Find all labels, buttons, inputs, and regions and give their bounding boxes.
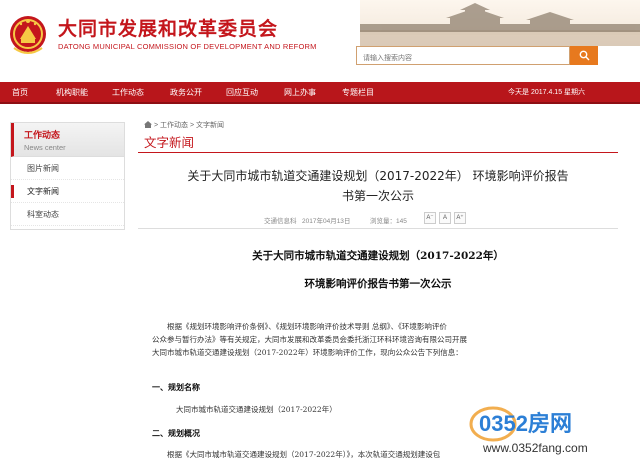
breadcrumb: > 工作动态 > 文字新闻 <box>144 120 224 130</box>
article-title-line-1: 关于大同市城市轨道交通建设规划（2017-2022年） 环境影响评价报告 <box>187 169 569 183</box>
font-normal-button[interactable]: A <box>439 212 451 224</box>
home-icon[interactable] <box>144 121 152 128</box>
search-box <box>356 46 570 67</box>
nav-item-functions[interactable]: 机构职能 <box>56 82 88 104</box>
watermark-brand: 0352房网 <box>479 411 572 436</box>
paragraph-line: 根据《规划环境影响评价条例》、《规划环境影响评价技术导则 总纲》、《环境影响评价 <box>167 322 447 331</box>
article-paragraph-1: 根据《规划环境影响评价条例》、《规划环境影响评价技术导则 总纲》、《环境影响评价… <box>152 320 612 359</box>
nav-item-work-news[interactable]: 工作动态 <box>112 82 144 104</box>
paragraph-line: 公众参与暂行办法》等有关规定，大同市发展和改革委员会委托浙江环科环境咨询有限公司… <box>152 335 467 344</box>
nav-item-public-affairs[interactable]: 政务公开 <box>170 82 202 104</box>
nav-item-special-topics[interactable]: 专题栏目 <box>342 82 374 104</box>
sidebar-title: 工作动态 <box>24 130 61 140</box>
site-subtitle: DATONG MUNICIPAL COMMISSION OF DEVELOPME… <box>58 42 317 51</box>
article-meta: 交通信息科 2017年04月13日 浏览量：145 A⁻ A A⁺ <box>138 212 618 228</box>
section-divider <box>138 152 618 153</box>
font-decrease-button[interactable]: A⁻ <box>424 212 436 224</box>
section-title: 文字新闻 <box>144 135 195 150</box>
sidebar-item-photo-news[interactable]: 图片新闻 <box>11 157 124 180</box>
breadcrumb-separator: > <box>153 122 159 129</box>
site-watermark: 0352房网 www.0352fang.com <box>469 406 588 455</box>
sidebar-item-dept-news[interactable]: 科室动态 <box>11 203 124 226</box>
font-increase-button[interactable]: A⁺ <box>454 212 466 224</box>
section-heading-2: 二、规划概况 <box>152 428 200 438</box>
article-date: 2017年04月13日 <box>302 218 351 225</box>
doc-title-line-2: 环境影响评价报告书第一次公示 <box>304 278 452 290</box>
article-source: 交通信息科 <box>264 218 297 225</box>
section-heading-1: 一、规划名称 <box>152 382 200 392</box>
article-title-line-2: 书第一次公示 <box>341 189 414 203</box>
sidebar-header: 工作动态 News center <box>11 123 124 157</box>
breadcrumb-separator: > <box>189 122 195 129</box>
watermark-url: www.0352fang.com <box>482 441 588 455</box>
city-skyline-banner <box>360 0 640 46</box>
national-emblem-icon <box>10 16 46 54</box>
breadcrumb-work-news[interactable]: 工作动态 <box>160 122 188 129</box>
site-header: 大同市发展和改革委员会 DATONG MUNICIPAL COMMISSION … <box>0 0 640 82</box>
main-nav: 首页 机构职能 工作动态 政务公开 回应互动 网上办事 专题栏目 今天是 201… <box>0 82 640 104</box>
article-views: 浏览量：145 <box>370 218 407 225</box>
plan-name: 大同市城市轨道交通建设规划（2017-2022年） <box>176 405 337 414</box>
doc-title-line-1: 关于大同市城市轨道交通建设规划（2017-2022年） <box>252 250 504 262</box>
article-title: 关于大同市城市轨道交通建设规划（2017-2022年） 环境影响评价报告 书第一… <box>138 166 618 206</box>
search-button[interactable] <box>570 46 598 65</box>
nav-item-interaction[interactable]: 回应互动 <box>226 82 258 104</box>
search-input[interactable] <box>357 50 569 67</box>
sidebar: 工作动态 News center 图片新闻 文字新闻 科室动态 <box>10 122 125 230</box>
site-title: 大同市发展和改革委员会 <box>58 18 279 40</box>
paragraph-line: 大同市城市轨道交通建设规划（2017-2022年）环境影响评价工作，现向公众公告… <box>152 348 463 357</box>
nav-item-home[interactable]: 首页 <box>12 82 28 104</box>
current-date: 今天是 2017.4.15 星期六 <box>508 89 586 96</box>
meta-divider <box>138 228 618 229</box>
nav-item-online-service[interactable]: 网上办事 <box>284 82 316 104</box>
sidebar-subtitle: News center <box>24 143 66 152</box>
sidebar-item-text-news[interactable]: 文字新闻 <box>11 180 124 203</box>
search-icon <box>579 50 589 61</box>
breadcrumb-text-news[interactable]: 文字新闻 <box>196 122 224 129</box>
